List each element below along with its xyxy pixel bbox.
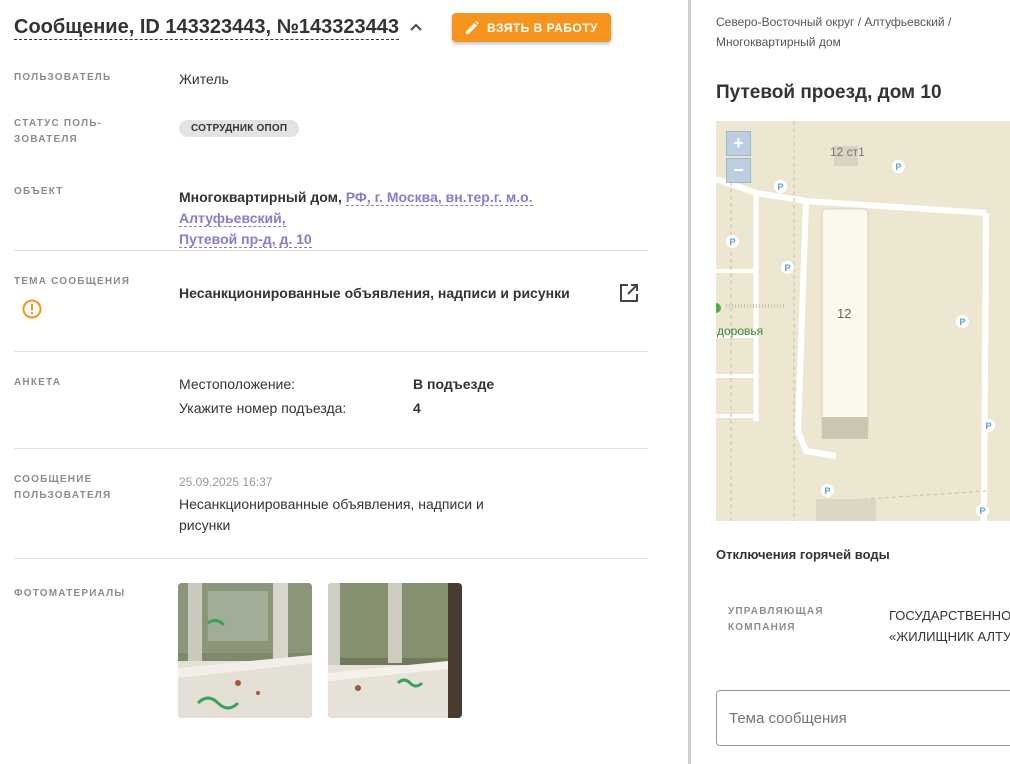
zoom-in-button[interactable]: +: [726, 131, 751, 156]
photos-label: ФОТОМАТЕРИАЛЫ: [14, 588, 126, 599]
user-label: ПОЛЬЗОВАТЕЛЬ: [14, 72, 112, 83]
user-message-row: СООБЩЕНИЕ ПОЛЬЗОВАТЕЛЯ 25.09.2025 16:37 …: [14, 472, 648, 542]
take-to-work-label: ВЗЯТЬ В РАБОТУ: [486, 20, 598, 35]
user-status-row: СТАТУС ПОЛЬ- ЗОВАТЕЛЯ СОТРУДНИК ОПОП: [14, 116, 648, 156]
user-value: Житель: [179, 71, 229, 87]
user-status-label-line2: ЗОВАТЕЛЯ: [14, 134, 78, 145]
parking-icon: P: [781, 261, 794, 274]
user-message-label-line2: ПОЛЬЗОВАТЕЛЯ: [14, 490, 112, 501]
parking-icon: P: [774, 180, 787, 193]
photo-thumbnail[interactable]: [328, 583, 462, 718]
parking-icon: P: [976, 504, 989, 517]
photo-thumbnail[interactable]: [178, 583, 312, 718]
pencil-icon: [465, 20, 479, 34]
topic-value: Несанкционированные объявления, надписи …: [179, 285, 570, 301]
message-header: Сообщение, ID 143323443, №143323443: [14, 12, 425, 44]
user-message-label: СООБЩЕНИЕ ПОЛЬЗОВАТЕЛЯ: [14, 472, 154, 504]
take-to-work-button[interactable]: ВЗЯТЬ В РАБОТУ: [452, 13, 611, 42]
map[interactable]: 12 ст1 12 доровья P P P P P P P P + −: [716, 121, 1010, 521]
survey-q2: Укажите номер подъезда:: [179, 400, 347, 416]
message-date: 25.09.2025 16:37: [179, 475, 273, 489]
object-address-title: Путевой проезд, дом 10: [716, 82, 942, 103]
survey-q1: Местоположение:: [179, 376, 296, 392]
parking-icon: P: [821, 484, 834, 497]
breadcrumb: Северо-Восточный округ / Алтуфьевский / …: [716, 12, 996, 52]
survey-a2: 4: [413, 400, 421, 416]
map-building-label: 12 ст1: [830, 145, 865, 159]
hot-water-outages-heading: Отключения горячей воды: [716, 547, 890, 562]
subject-input[interactable]: [716, 690, 1010, 746]
message-panel: Сообщение, ID 143323443, №143323443 ВЗЯТ…: [0, 0, 688, 764]
user-status-label-line1: СТАТУС ПОЛЬ-: [14, 118, 103, 129]
object-label: ОБЪЕКТ: [14, 186, 64, 197]
object-row: ОБЪЕКТ Многоквартирный дом, РФ, г. Москв…: [14, 184, 648, 248]
object-panel: Северо-Восточный округ / Алтуфьевский / …: [691, 0, 1010, 764]
management-company-label: УПРАВЛЯЮЩАЯ КОМПАНИЯ: [728, 604, 848, 636]
map-building-label: 12: [837, 306, 852, 321]
topic-row: ТЕМА СООБЩЕНИЯ Несанкционированные объяв…: [14, 274, 648, 334]
user-status-label: СТАТУС ПОЛЬ- ЗОВАТЕЛЯ: [14, 116, 154, 148]
chevron-up-icon[interactable]: [407, 19, 425, 37]
divider: [14, 448, 648, 449]
divider: [14, 351, 648, 352]
parking-icon: P: [726, 235, 739, 248]
user-row: ПОЛЬЗОВАТЕЛЬ Житель: [14, 70, 648, 100]
divider: [14, 558, 648, 559]
map-poi-label: доровья: [717, 324, 764, 338]
object-type: Многоквартирный дом,: [179, 189, 342, 205]
open-external-icon[interactable]: [619, 283, 639, 308]
page-title[interactable]: Сообщение, ID 143323443, №143323443: [14, 16, 400, 40]
user-message-label-line1: СООБЩЕНИЕ: [14, 474, 93, 485]
parking-icon: P: [956, 315, 969, 328]
zoom-out-button[interactable]: −: [726, 158, 751, 183]
parking-icon: P: [982, 419, 995, 432]
survey-a1: В подъезде: [413, 376, 495, 392]
management-company-label-line2: КОМПАНИЯ: [728, 622, 796, 633]
warning-circle-icon: [22, 299, 42, 324]
message-text-line1: Несанкционированные объявления, надписи …: [179, 496, 484, 512]
breadcrumb-line2[interactable]: Многоквартирный дом: [716, 32, 996, 52]
topic-label: ТЕМА СООБЩЕНИЯ: [14, 276, 131, 287]
survey-row: АНКЕТА Местоположение: В подъезде Укажит…: [14, 375, 648, 435]
management-company-line1: ГОСУДАРСТВЕННОЕ: [889, 608, 1010, 623]
management-company-label-line1: УПРАВЛЯЮЩАЯ: [728, 606, 824, 617]
breadcrumb-line1[interactable]: Северо-Восточный округ / Алтуфьевский /: [716, 12, 996, 32]
management-company-value: ГОСУДАРСТВЕННОЕ «ЖИЛИЩНИК АЛТУФЬЕВСКИЙ»: [889, 605, 1010, 647]
divider: [14, 250, 648, 251]
survey-label: АНКЕТА: [14, 377, 62, 388]
management-company-line2: «ЖИЛИЩНИК АЛТУФЬЕВСКИЙ»: [889, 629, 1010, 644]
status-badge: СОТРУДНИК ОПОП: [179, 120, 300, 137]
object-address-link-2[interactable]: Путевой пр-д, д. 10: [179, 231, 312, 248]
parking-icon: P: [892, 160, 905, 173]
message-text-line2: рисунки: [179, 517, 231, 533]
